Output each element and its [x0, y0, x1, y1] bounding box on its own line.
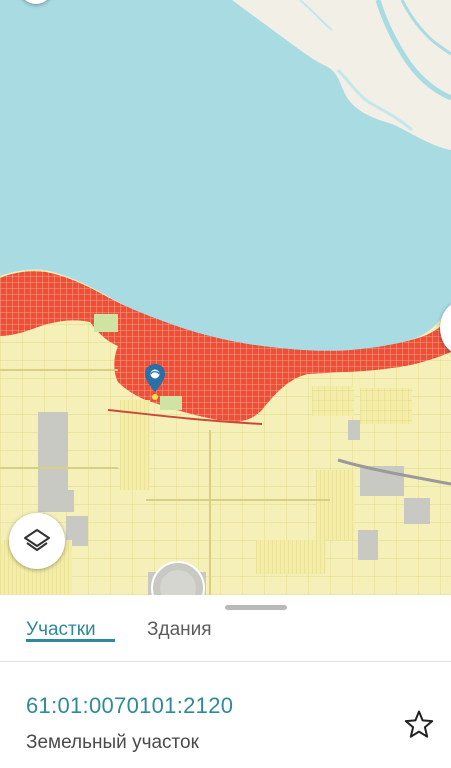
star-outline-icon[interactable] — [402, 708, 436, 742]
parcel-block — [404, 498, 430, 524]
map-view[interactable] — [0, 0, 451, 595]
park-area — [94, 314, 118, 332]
location-pin-icon[interactable] — [143, 362, 167, 402]
tab-bar: Участки Здания — [0, 613, 451, 657]
parcel-block — [348, 420, 360, 440]
layers-button[interactable] — [9, 513, 65, 569]
parcel-block — [38, 490, 74, 512]
parcel-subdivision — [312, 386, 354, 416]
map-canvas[interactable] — [0, 0, 451, 595]
layers-icon — [24, 529, 50, 551]
bottom-sheet: Участки Здания 61:01:0070101:2120 Земель… — [0, 595, 451, 768]
parcel-type: Земельный участок — [26, 732, 199, 753]
tab-buildings[interactable]: Здания — [147, 619, 212, 641]
parcel-block — [358, 530, 378, 560]
active-tab-indicator — [26, 639, 115, 642]
sheet-drag-handle[interactable] — [225, 605, 287, 610]
tab-parcels[interactable]: Участки — [26, 619, 96, 641]
tab-divider — [0, 661, 451, 662]
parcel-subdivision — [256, 540, 326, 574]
cadastral-number[interactable]: 61:01:0070101:2120 — [26, 693, 233, 719]
parcel-subdivision — [360, 388, 412, 424]
parcel-subdivision — [316, 470, 354, 540]
parcel-block — [38, 412, 68, 490]
